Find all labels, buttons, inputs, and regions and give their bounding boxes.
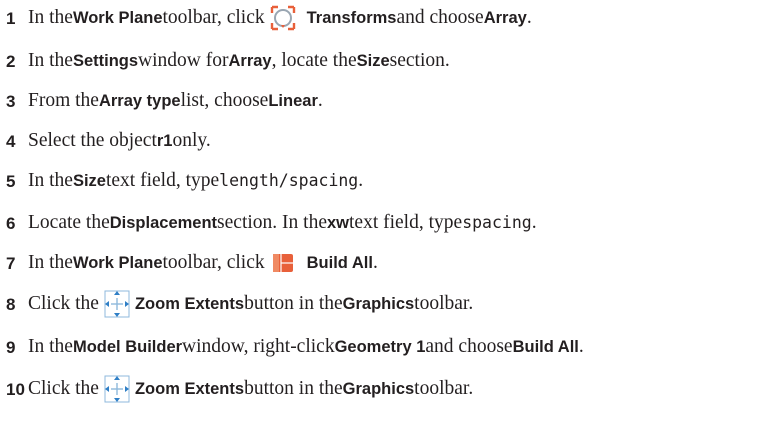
step-number: 4 bbox=[6, 131, 16, 151]
step-text: toolbar, click bbox=[162, 7, 265, 29]
step-1: 1 In the Work Plane toolbar, click Trans… bbox=[6, 1, 532, 35]
step-text: text field, type bbox=[349, 212, 463, 234]
step-text: Click the bbox=[28, 378, 99, 400]
step-text: In the bbox=[28, 252, 73, 274]
displacement-label: Displacement bbox=[109, 213, 218, 232]
step-text: section. bbox=[389, 50, 450, 72]
step-3: 3 From the Array type list, choose Linea… bbox=[6, 84, 323, 118]
zoom-extents-icon bbox=[99, 288, 135, 320]
step-number: 3 bbox=[6, 91, 16, 111]
step-text: and choose bbox=[396, 7, 484, 29]
step-text: . bbox=[358, 170, 364, 192]
step-text: . bbox=[372, 252, 378, 274]
array-label: Array bbox=[228, 51, 272, 70]
build-all-icon bbox=[265, 247, 301, 279]
step-text: . bbox=[526, 7, 532, 29]
step-5: 5 In the Size text field, type length/sp… bbox=[6, 164, 363, 198]
step-text: only. bbox=[172, 130, 211, 152]
step-number: 1 bbox=[6, 8, 16, 28]
array-label: Array bbox=[483, 8, 527, 27]
object-r1-label: r1 bbox=[156, 131, 173, 150]
build-all-label: Build All bbox=[512, 337, 579, 356]
size-label: Size bbox=[356, 51, 390, 70]
size-label: Size bbox=[72, 171, 106, 190]
step-text: In the bbox=[28, 7, 73, 29]
step-number: 10 bbox=[6, 379, 25, 399]
step-text: and choose bbox=[425, 336, 513, 358]
step-text: . bbox=[578, 336, 584, 358]
step-number: 8 bbox=[6, 294, 16, 314]
step-text: In the bbox=[28, 336, 73, 358]
step-10: 10 Click the Zoom Extents button in the … bbox=[6, 372, 473, 406]
step-2: 2 In the Settings window for Array , loc… bbox=[6, 44, 450, 78]
step-text: button in the bbox=[244, 378, 343, 400]
step-text: text field, type bbox=[105, 170, 220, 192]
step-text: list, choose bbox=[180, 90, 269, 112]
zoom-extents-label: Zoom Extents bbox=[134, 294, 245, 313]
work-plane-label: Work Plane bbox=[72, 253, 163, 272]
step-text: button in the bbox=[244, 293, 343, 315]
step-text: section. In the bbox=[217, 212, 327, 234]
step-number: 9 bbox=[6, 337, 16, 357]
step-text: toolbar, click bbox=[162, 252, 265, 274]
step-text: toolbar. bbox=[414, 293, 474, 315]
step-text: Click the bbox=[28, 293, 99, 315]
work-plane-label: Work Plane bbox=[72, 8, 163, 27]
transforms-icon bbox=[265, 2, 301, 34]
settings-label: Settings bbox=[72, 51, 139, 70]
xw-label: xw bbox=[326, 213, 349, 232]
step-text: Locate the bbox=[28, 212, 110, 234]
step-text: window for bbox=[138, 50, 229, 72]
step-text: In the bbox=[28, 50, 73, 72]
transforms-label: Transforms bbox=[306, 8, 397, 27]
step-9: 9 In the Model Builder window, right-cli… bbox=[6, 330, 584, 364]
step-text: window, right-click bbox=[182, 336, 335, 358]
step-text: Select the object bbox=[28, 130, 157, 152]
step-number: 2 bbox=[6, 51, 16, 71]
step-text: , locate the bbox=[271, 50, 357, 72]
code-value: length/spacing bbox=[219, 170, 359, 190]
graphics-label: Graphics bbox=[342, 294, 415, 313]
graphics-label: Graphics bbox=[342, 379, 415, 398]
zoom-extents-label: Zoom Extents bbox=[134, 379, 245, 398]
step-text: toolbar. bbox=[414, 378, 474, 400]
linear-label: Linear bbox=[268, 91, 318, 110]
array-type-label: Array type bbox=[98, 91, 181, 110]
step-text: . bbox=[317, 90, 323, 112]
geometry-label: Geometry 1 bbox=[334, 337, 426, 356]
step-text: In the bbox=[28, 170, 73, 192]
step-number: 6 bbox=[6, 213, 16, 233]
step-4: 4 Select the object r1 only. bbox=[6, 124, 211, 158]
step-text: . bbox=[531, 212, 537, 234]
step-8: 8 Click the Zoom Extents button in the G… bbox=[6, 287, 473, 321]
model-builder-label: Model Builder bbox=[72, 337, 183, 356]
zoom-extents-icon bbox=[99, 373, 135, 405]
step-6: 6 Locate the Displacement section. In th… bbox=[6, 206, 537, 240]
step-7: 7 In the Work Plane toolbar, click Build… bbox=[6, 246, 378, 280]
step-number: 5 bbox=[6, 171, 16, 191]
build-all-label: Build All bbox=[306, 253, 373, 272]
step-text: From the bbox=[28, 90, 99, 112]
step-number: 7 bbox=[6, 253, 16, 273]
code-value: spacing bbox=[462, 212, 532, 232]
